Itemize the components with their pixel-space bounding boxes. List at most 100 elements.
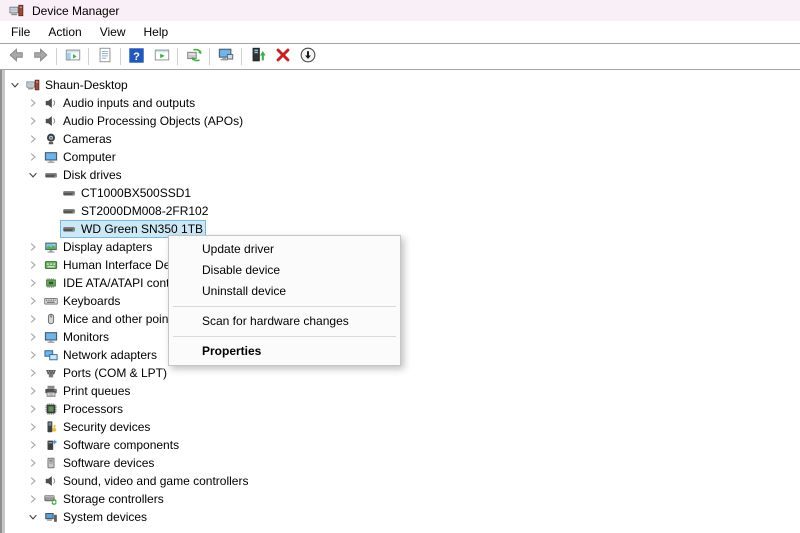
- hid-icon: [42, 257, 60, 273]
- processor-icon: [42, 401, 60, 417]
- menu-file[interactable]: File: [2, 21, 39, 43]
- tree-item-label[interactable]: Storage controllers: [60, 491, 167, 507]
- tree-item-label[interactable]: CT1000BX500SSD1: [78, 185, 194, 201]
- tree-item-label[interactable]: Processors: [60, 401, 126, 417]
- chevron-right-icon[interactable]: [24, 472, 42, 490]
- system-device-icon: [42, 509, 60, 525]
- tree-item-label[interactable]: Print queues: [60, 383, 133, 399]
- chevron-right-icon[interactable]: [24, 94, 42, 112]
- properties-button[interactable]: [92, 45, 117, 68]
- menu-separator: [173, 336, 396, 337]
- tree-item[interactable]: Ports (COM & LPT): [0, 364, 800, 382]
- tree-item-label[interactable]: Audio Processing Objects (APOs): [60, 113, 246, 129]
- tree-item-label[interactable]: Cameras: [60, 131, 115, 147]
- menu-view[interactable]: View: [91, 21, 135, 43]
- chevron-right-icon[interactable]: [24, 364, 42, 382]
- tree-item[interactable]: Storage controllers: [0, 490, 800, 508]
- chevron-right-icon[interactable]: [24, 238, 42, 256]
- svg-text:?: ?: [133, 50, 140, 62]
- help-button[interactable]: ?: [124, 45, 149, 68]
- menu-item-scan-hardware-changes[interactable]: Scan for hardware changes: [169, 311, 400, 332]
- chevron-right-icon[interactable]: [24, 328, 42, 346]
- tree-item[interactable]: Print queues: [0, 382, 800, 400]
- tree-item-label[interactable]: Ports (COM & LPT): [60, 365, 170, 381]
- tree-item[interactable]: System devices: [0, 508, 800, 526]
- tree-item-label[interactable]: Keyboards: [60, 293, 123, 309]
- tree-item[interactable]: Computer: [0, 148, 800, 166]
- chevron-right-icon[interactable]: [24, 310, 42, 328]
- tree-item[interactable]: Audio Processing Objects (APOs): [0, 112, 800, 130]
- menu-item-uninstall-device[interactable]: Uninstall device: [169, 281, 400, 302]
- forward-button[interactable]: [28, 45, 53, 68]
- chevron-right-icon[interactable]: [24, 490, 42, 508]
- toolbar-separator: [120, 48, 121, 65]
- security-device-icon: [42, 419, 60, 435]
- back-button[interactable]: [3, 45, 28, 68]
- chevron-right-icon[interactable]: [24, 454, 42, 472]
- tree-item-label[interactable]: Display adapters: [60, 239, 155, 255]
- tree-item-label[interactable]: Software components: [60, 437, 182, 453]
- toolbar: ?: [0, 44, 800, 70]
- tree-item[interactable]: Processors: [0, 400, 800, 418]
- tree-item[interactable]: Sound, video and game controllers: [0, 472, 800, 490]
- tree-item-label[interactable]: Sound, video and game controllers: [60, 473, 251, 489]
- serial-port-icon: [42, 365, 60, 381]
- context-menu: Update driver Disable device Uninstall d…: [168, 235, 401, 366]
- computer-view-button[interactable]: [213, 45, 238, 68]
- menu-item-disable-device[interactable]: Disable device: [169, 260, 400, 281]
- tree-item-label[interactable]: Audio inputs and outputs: [60, 95, 198, 111]
- scan-hardware-changes-button[interactable]: [295, 45, 320, 68]
- chevron-right-icon[interactable]: [24, 256, 42, 274]
- mouse-icon: [42, 311, 60, 327]
- camera-icon: [42, 131, 60, 147]
- tree-item[interactable]: Security devices: [0, 418, 800, 436]
- tree-item[interactable]: Software components: [0, 436, 800, 454]
- tree-item-label[interactable]: Software devices: [60, 455, 157, 471]
- action-pane-icon: [153, 46, 171, 67]
- tree-item-label[interactable]: System devices: [60, 509, 150, 525]
- chevron-right-icon[interactable]: [24, 274, 42, 292]
- disk-icon: [42, 167, 60, 183]
- chevron-right-icon[interactable]: [24, 436, 42, 454]
- chevron-right-icon[interactable]: [24, 148, 42, 166]
- uninstall-device-button[interactable]: [270, 45, 295, 68]
- display-adapter-icon: [42, 239, 60, 255]
- tree-item-label[interactable]: ST2000DM008-2FR102: [78, 203, 211, 219]
- tree-item[interactable]: Shaun-Desktop: [0, 76, 800, 94]
- menu-item-properties[interactable]: Properties: [169, 341, 400, 362]
- chevron-right-icon[interactable]: [24, 346, 42, 364]
- tree-item[interactable]: Software devices: [0, 454, 800, 472]
- refresh-button[interactable]: [181, 45, 206, 68]
- tree-item[interactable]: Audio inputs and outputs: [0, 94, 800, 112]
- toolbar-separator: [88, 48, 89, 65]
- chevron-right-icon[interactable]: [24, 400, 42, 418]
- chevron-down-icon[interactable]: [24, 508, 42, 526]
- title-bar: Device Manager: [0, 0, 800, 21]
- tree-item-label[interactable]: Disk drives: [60, 167, 125, 183]
- toolbar-separator: [241, 48, 242, 65]
- speaker-icon: [42, 113, 60, 129]
- tree-item-label[interactable]: Monitors: [60, 329, 112, 345]
- chevron-right-icon[interactable]: [24, 292, 42, 310]
- tree-item[interactable]: ST2000DM008-2FR102: [0, 202, 800, 220]
- chevron-right-icon[interactable]: [24, 382, 42, 400]
- chevron-right-icon[interactable]: [24, 418, 42, 436]
- show-action-pane-button[interactable]: [149, 45, 174, 68]
- tree-item-label[interactable]: Security devices: [60, 419, 153, 435]
- chevron-spacer: [42, 184, 60, 202]
- tree-item[interactable]: Disk drives: [0, 166, 800, 184]
- chevron-down-icon[interactable]: [24, 166, 42, 184]
- tree-item-label[interactable]: Network adapters: [60, 347, 160, 363]
- tree-item-label[interactable]: Computer: [60, 149, 119, 165]
- chevron-right-icon[interactable]: [24, 130, 42, 148]
- tree-item[interactable]: CT1000BX500SSD1: [0, 184, 800, 202]
- tree-item[interactable]: Cameras: [0, 130, 800, 148]
- chevron-down-icon[interactable]: [6, 76, 24, 94]
- menu-item-update-driver[interactable]: Update driver: [169, 239, 400, 260]
- show-hide-console-tree-button[interactable]: [60, 45, 85, 68]
- menu-help[interactable]: Help: [135, 21, 178, 43]
- tree-item-label[interactable]: Shaun-Desktop: [42, 77, 131, 93]
- menu-action[interactable]: Action: [39, 21, 90, 43]
- update-driver-button[interactable]: [245, 45, 270, 68]
- chevron-right-icon[interactable]: [24, 112, 42, 130]
